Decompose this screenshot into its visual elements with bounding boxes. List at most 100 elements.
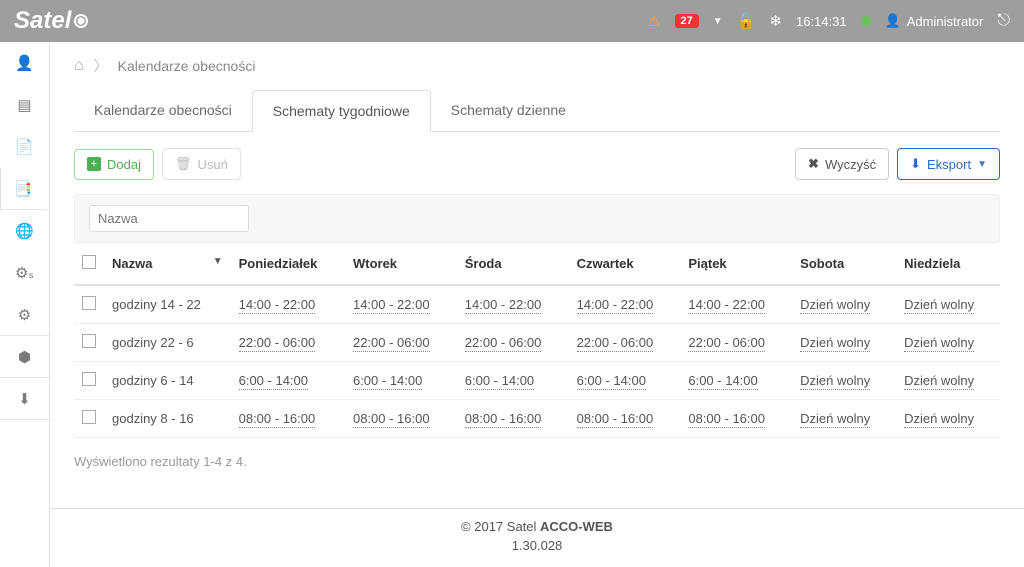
logout-icon[interactable]: ⎋ bbox=[997, 12, 1010, 30]
cell-name: godziny 6 - 14 bbox=[104, 362, 231, 400]
col-mon[interactable]: Poniedziałek bbox=[231, 243, 345, 285]
close-icon: ✖ bbox=[808, 156, 819, 172]
filter-bar bbox=[74, 194, 1000, 243]
cell-wed: 22:00 - 06:00 bbox=[457, 324, 569, 362]
trash-icon: 🗑 bbox=[175, 156, 192, 172]
col-sat[interactable]: Sobota bbox=[792, 243, 896, 285]
sidebar-item-modules[interactable]: ⬢ bbox=[0, 336, 49, 378]
add-button-label: Dodaj bbox=[107, 157, 141, 172]
cell-mon: 14:00 - 22:00 bbox=[231, 285, 345, 324]
alert-count-badge[interactable]: 27 bbox=[675, 14, 699, 28]
checkbox-icon[interactable] bbox=[82, 255, 96, 269]
cell-sat: Dzień wolny bbox=[792, 400, 896, 438]
add-button[interactable]: + Dodaj bbox=[74, 149, 154, 180]
schemes-table: Nazwa▼ Poniedziałek Wtorek Środa Czwarte… bbox=[74, 243, 1000, 438]
cell-mon: 08:00 - 16:00 bbox=[231, 400, 345, 438]
cell-sun: Dzień wolny bbox=[896, 362, 1000, 400]
cell-wed: 6:00 - 14:00 bbox=[457, 362, 569, 400]
sort-desc-icon: ▼ bbox=[213, 256, 223, 267]
clock-time: 16:14:31 bbox=[796, 14, 847, 29]
table-row[interactable]: godziny 8 - 1608:00 - 16:0008:00 - 16:00… bbox=[74, 400, 1000, 438]
status-dot-icon bbox=[861, 16, 871, 26]
sidebar-item-globe[interactable]: 🌐 bbox=[0, 210, 49, 252]
tab-attendance-calendars[interactable]: Kalendarze obecności bbox=[74, 90, 252, 131]
breadcrumb-sep: 〉 bbox=[94, 56, 108, 76]
table-row[interactable]: godziny 22 - 622:00 - 06:0022:00 - 06:00… bbox=[74, 324, 1000, 362]
clear-button[interactable]: ✖ Wyczyść bbox=[795, 148, 889, 180]
cell-fri: 22:00 - 06:00 bbox=[680, 324, 792, 362]
cell-fri: 14:00 - 22:00 bbox=[680, 285, 792, 324]
breadcrumb: ⌂ 〉 Kalendarze obecności bbox=[74, 56, 1000, 76]
col-sun[interactable]: Niedziela bbox=[896, 243, 1000, 285]
cell-name: godziny 8 - 16 bbox=[104, 400, 231, 438]
cell-sun: Dzień wolny bbox=[896, 285, 1000, 324]
cell-sat: Dzień wolny bbox=[792, 362, 896, 400]
unlock-icon[interactable]: 🔓 bbox=[737, 12, 756, 30]
cell-thu: 6:00 - 14:00 bbox=[569, 362, 681, 400]
cell-mon: 22:00 - 06:00 bbox=[231, 324, 345, 362]
sidebar-item-download[interactable]: ⬇ bbox=[0, 378, 49, 420]
col-thu[interactable]: Czwartek bbox=[569, 243, 681, 285]
tab-weekly-schemes[interactable]: Schematy tygodniowe bbox=[252, 90, 431, 132]
user-icon: 👤 bbox=[885, 13, 901, 29]
sidebar-item-settings[interactable]: ⚙ₛ bbox=[0, 252, 49, 294]
tabs: Kalendarze obecności Schematy tygodniowe… bbox=[74, 90, 1000, 132]
footer-version: 1.30.028 bbox=[50, 538, 1024, 553]
plus-icon: + bbox=[87, 157, 101, 171]
download-icon: ⬇ bbox=[910, 156, 921, 172]
logo-text: Satel bbox=[14, 7, 71, 35]
cell-sat: Dzień wolny bbox=[792, 285, 896, 324]
sidebar-item-gear[interactable]: ⚙ bbox=[0, 294, 49, 336]
checkbox-icon[interactable] bbox=[82, 372, 96, 386]
clear-button-label: Wyczyść bbox=[825, 157, 876, 172]
cell-tue: 14:00 - 22:00 bbox=[345, 285, 457, 324]
cell-tue: 08:00 - 16:00 bbox=[345, 400, 457, 438]
col-name[interactable]: Nazwa▼ bbox=[104, 243, 231, 285]
breadcrumb-title: Kalendarze obecności bbox=[118, 58, 256, 74]
checkbox-icon[interactable] bbox=[82, 296, 96, 310]
cell-mon: 6:00 - 14:00 bbox=[231, 362, 345, 400]
col-fri[interactable]: Piątek bbox=[680, 243, 792, 285]
results-summary: Wyświetlono rezultaty 1-4 z 4. bbox=[74, 454, 1000, 469]
table-row[interactable]: godziny 14 - 2214:00 - 22:0014:00 - 22:0… bbox=[74, 285, 1000, 324]
export-button[interactable]: ⬇ Eksport ▼ bbox=[897, 148, 1000, 180]
cell-fri: 6:00 - 14:00 bbox=[680, 362, 792, 400]
delete-button[interactable]: 🗑 Usuń bbox=[162, 148, 241, 180]
logo: Satel bbox=[14, 7, 88, 35]
cell-fri: 08:00 - 16:00 bbox=[680, 400, 792, 438]
checkbox-icon[interactable] bbox=[82, 410, 96, 424]
cell-wed: 14:00 - 22:00 bbox=[457, 285, 569, 324]
header-right: ⚠ 27 ▼ 🔓 ❄ 16:14:31 👤 Administrator ⎋ bbox=[647, 12, 1010, 30]
name-filter-input[interactable] bbox=[89, 205, 249, 232]
toolbar: + Dodaj 🗑 Usuń ✖ Wyczyść ⬇ Eksport bbox=[74, 148, 1000, 180]
sidebar-item-copy[interactable]: 📑 bbox=[0, 168, 49, 210]
sidebar-item-calendar[interactable]: ▤ bbox=[0, 84, 49, 126]
sidebar: 👤 ▤ 📄 📑 🌐 ⚙ₛ ⚙ ⬢ ⬇ bbox=[0, 42, 50, 567]
cell-tue: 22:00 - 06:00 bbox=[345, 324, 457, 362]
user-name: Administrator bbox=[907, 14, 984, 29]
footer-copyright: © 2017 Satel ACCO-WEB bbox=[50, 519, 1024, 534]
home-icon[interactable]: ⌂ bbox=[74, 57, 84, 75]
cell-sat: Dzień wolny bbox=[792, 324, 896, 362]
table-row[interactable]: godziny 6 - 146:00 - 14:006:00 - 14:006:… bbox=[74, 362, 1000, 400]
logo-sun-icon bbox=[74, 14, 88, 28]
cell-sun: Dzień wolny bbox=[896, 400, 1000, 438]
sidebar-item-users[interactable]: 👤 bbox=[0, 42, 49, 84]
col-check[interactable] bbox=[74, 243, 104, 285]
chevron-down-icon: ▼ bbox=[977, 159, 987, 170]
sidebar-item-document[interactable]: 📄 bbox=[0, 126, 49, 168]
col-tue[interactable]: Wtorek bbox=[345, 243, 457, 285]
checkbox-icon[interactable] bbox=[82, 334, 96, 348]
chevron-down-icon[interactable]: ▼ bbox=[713, 16, 723, 27]
cell-tue: 6:00 - 14:00 bbox=[345, 362, 457, 400]
cell-name: godziny 22 - 6 bbox=[104, 324, 231, 362]
col-wed[interactable]: Środa bbox=[457, 243, 569, 285]
footer: © 2017 Satel ACCO-WEB 1.30.028 bbox=[50, 508, 1024, 567]
cell-name: godziny 14 - 22 bbox=[104, 285, 231, 324]
app-header: Satel ⚠ 27 ▼ 🔓 ❄ 16:14:31 👤 Administrato… bbox=[0, 0, 1024, 42]
user-menu[interactable]: 👤 Administrator bbox=[885, 13, 984, 29]
export-button-label: Eksport bbox=[927, 157, 971, 172]
tab-daily-schemes[interactable]: Schematy dzienne bbox=[431, 90, 586, 131]
snowflake-icon[interactable]: ❄ bbox=[769, 12, 782, 30]
warning-icon[interactable]: ⚠ bbox=[647, 12, 660, 30]
